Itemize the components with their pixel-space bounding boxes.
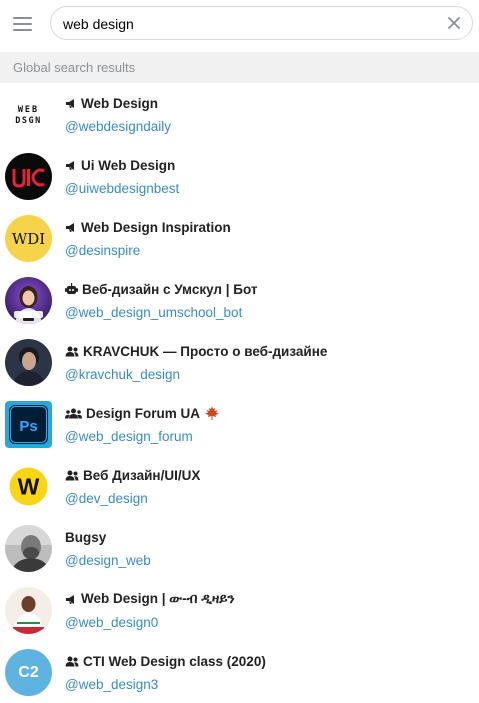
clear-search-icon[interactable]: [446, 15, 462, 31]
result-name: Web Design Inspiration: [81, 219, 231, 235]
avatar: [5, 339, 52, 386]
svg-text:DSGN: DSGN: [15, 116, 41, 126]
result-name: KRAVCHUK — Просто о веб-дизайне: [83, 343, 328, 359]
result-name: Design Forum UA: [86, 405, 201, 421]
result-username[interactable]: @webdesigndaily: [65, 119, 171, 134]
name-line: Веб Дизайн/UI/UX: [65, 466, 200, 484]
result-item[interactable]: Bugsy @design_web: [0, 517, 479, 579]
result-username[interactable]: @web_design0: [65, 615, 158, 630]
result-item[interactable]: W Веб Дизайн/UI/UX @dev_design: [0, 455, 479, 517]
search-input[interactable]: [63, 13, 433, 35]
result-item[interactable]: WDI Web Design Inspiration @desinspire: [0, 207, 479, 269]
result-username[interactable]: @desinspire: [65, 243, 140, 258]
result-username[interactable]: @web_design3: [65, 677, 158, 692]
top-bar: [0, 0, 479, 50]
name-line: Ui Web Design: [65, 156, 175, 174]
result-username[interactable]: @web_design_forum: [65, 429, 193, 444]
svg-text:Ps: Ps: [19, 418, 37, 435]
channel-megaphone-icon: [65, 594, 77, 605]
result-username[interactable]: @design_web: [65, 553, 151, 568]
result-username[interactable]: @web_design_umschool_bot: [65, 305, 242, 320]
result-name: Веб-дизайн с Умскул | Бот: [82, 281, 258, 297]
avatar: [5, 153, 52, 200]
avatar: W: [5, 463, 52, 510]
name-line: Web Design | ው-ብ ዲዛይን: [65, 590, 235, 608]
avatar: [5, 587, 52, 634]
photoshop-logo: Ps: [5, 401, 52, 448]
group-icon: [65, 656, 79, 667]
search-box[interactable]: [50, 6, 473, 40]
channel-megaphone-icon: [65, 98, 77, 109]
svg-text:WDI: WDI: [12, 230, 45, 248]
result-name: Web Design: [81, 95, 159, 111]
name-line: Web Design: [65, 94, 158, 112]
result-name: Веб Дизайн/UI/UX: [83, 467, 201, 483]
result-username[interactable]: @kravchuk_design: [65, 367, 180, 382]
name-line: Design Forum UA: [65, 404, 220, 422]
name-line: KRAVCHUK — Просто о веб-дизайне: [65, 342, 327, 360]
search-results-list: WEB DSGN Web Design @webdesigndaily Ui W…: [0, 83, 479, 703]
result-name: CTI Web Design class (2020): [83, 653, 266, 669]
result-item[interactable]: C2 CTI Web Design class (2020) @web_desi…: [0, 641, 479, 703]
avatar-initials: C2: [18, 663, 39, 681]
hamburger-menu-icon[interactable]: [12, 14, 34, 34]
channel-megaphone-icon: [65, 160, 77, 171]
section-header-global-search: Global search results: [0, 52, 479, 83]
avatar: C2: [5, 649, 52, 696]
result-username[interactable]: @uiwebdesignbest: [65, 181, 179, 196]
maple-leaf-icon: [204, 405, 220, 421]
channel-megaphone-icon: [65, 222, 77, 233]
avatar: [5, 277, 52, 324]
avatar: WDI: [5, 215, 52, 262]
result-item[interactable]: Web Design | ው-ብ ዲዛይን @web_design0: [0, 579, 479, 641]
bot-icon: [65, 283, 78, 295]
result-name: Bugsy: [65, 529, 107, 545]
name-line: Веб-дизайн с Умскул | Бот: [65, 280, 258, 298]
result-item[interactable]: Веб-дизайн с Умскул | Бот @web_design_um…: [0, 269, 479, 331]
group-icon: [65, 408, 82, 419]
result-username[interactable]: @dev_design: [65, 491, 148, 506]
result-item[interactable]: Ps Design Forum UA @web_design_forum: [0, 393, 479, 455]
svg-text:W: W: [18, 474, 40, 500]
result-item[interactable]: WEB DSGN Web Design @webdesigndaily: [0, 83, 479, 145]
group-icon: [65, 470, 79, 481]
result-name: Ui Web Design: [81, 157, 176, 173]
group-icon: [65, 346, 79, 357]
svg-text:WEB: WEB: [18, 105, 39, 115]
result-item[interactable]: KRAVCHUK — Просто о веб-дизайне @kravchu…: [0, 331, 479, 393]
name-line: CTI Web Design class (2020): [65, 652, 266, 670]
avatar: [5, 525, 52, 572]
name-line: Web Design Inspiration: [65, 218, 231, 236]
name-line: Bugsy: [65, 528, 106, 546]
result-name: Web Design | ው-ብ ዲዛይን: [81, 591, 235, 606]
avatar: WEB DSGN: [5, 91, 52, 138]
result-item[interactable]: Ui Web Design @uiwebdesignbest: [0, 145, 479, 207]
